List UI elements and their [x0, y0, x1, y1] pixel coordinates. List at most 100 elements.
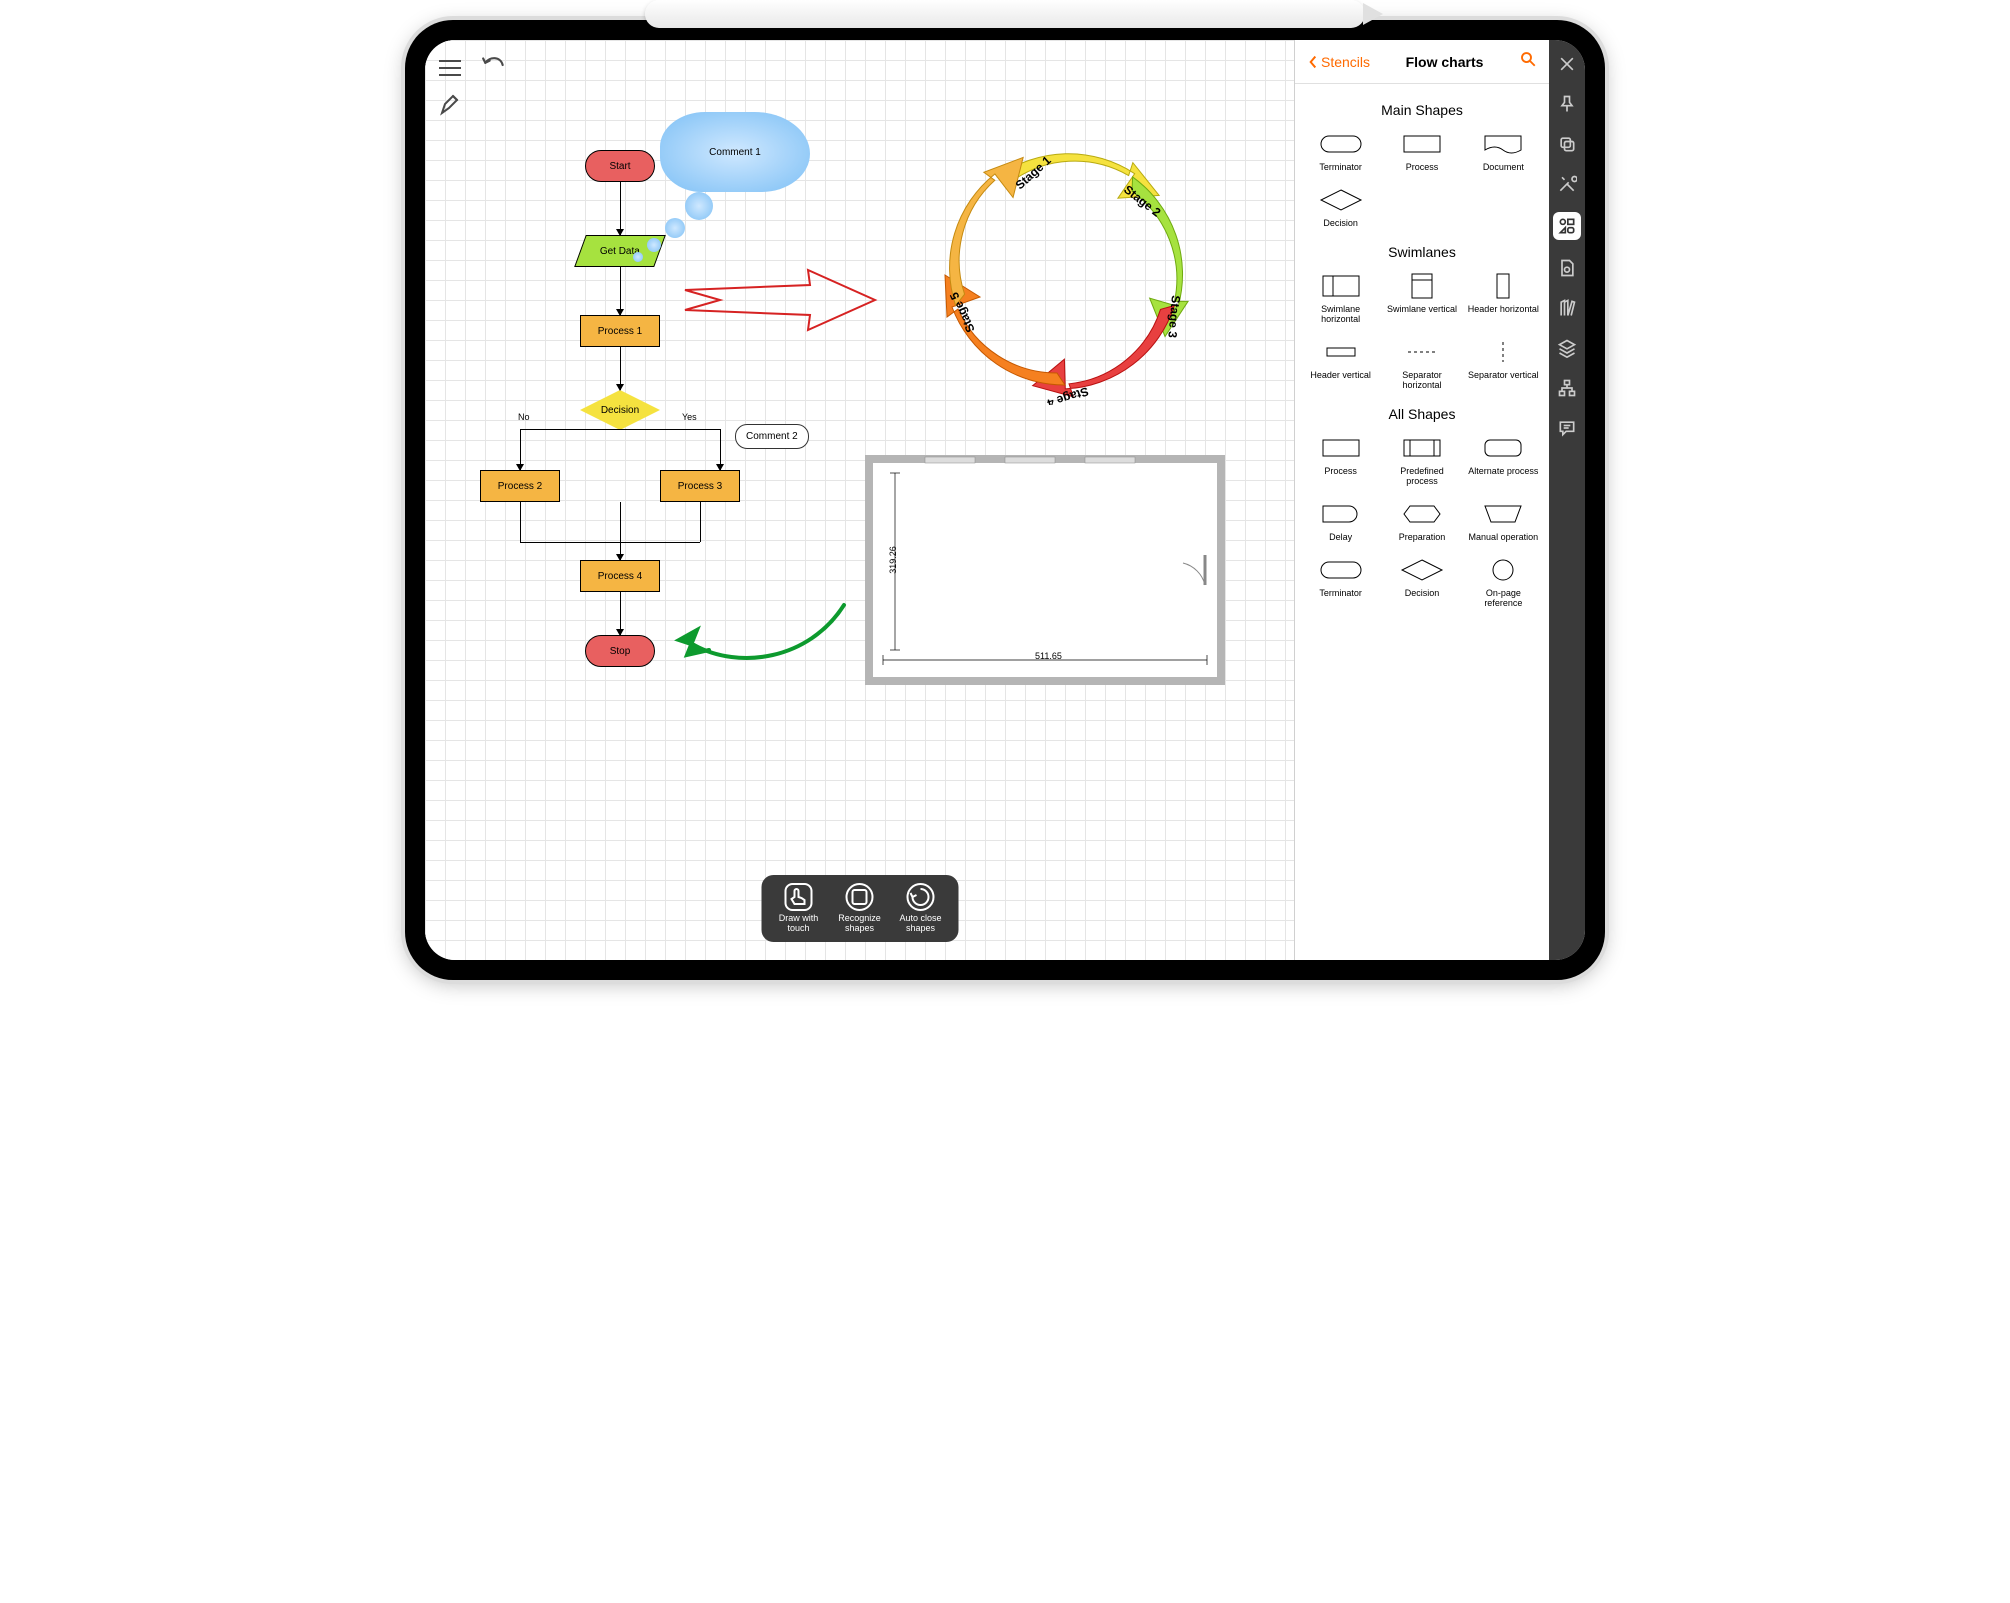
arrowhead: [616, 384, 624, 391]
stencil-document[interactable]: Document: [1464, 124, 1543, 178]
arrowhead: [616, 629, 624, 636]
shape-label: Terminator: [1319, 162, 1362, 172]
shape-label: Decision: [1323, 218, 1358, 228]
stencil-process[interactable]: Process: [1382, 124, 1461, 178]
shape-label: Alternate process: [1468, 466, 1538, 476]
stencil-title: Flow charts: [1406, 54, 1484, 70]
stencil-terminator[interactable]: Terminator: [1301, 124, 1380, 178]
flowchart-process-4[interactable]: Process 4: [580, 560, 660, 592]
stencil-predefined[interactable]: Predefined process: [1382, 428, 1461, 492]
shape-label: Decision: [1405, 588, 1440, 598]
floorplan-width: 511.65: [1035, 651, 1062, 661]
shape-label: Process: [1324, 466, 1357, 476]
menu-button[interactable]: [439, 60, 461, 76]
shape-label: Terminator: [1319, 588, 1362, 598]
shape-label: Delay: [1329, 532, 1352, 542]
page-settings-button[interactable]: [1555, 256, 1579, 280]
stencil-swimlane-v[interactable]: Swimlane vertical: [1382, 266, 1461, 330]
draw-touch-label: Draw with touch: [771, 914, 826, 934]
shape-label: On-page reference: [1466, 588, 1541, 608]
stencil-delay[interactable]: Delay: [1301, 494, 1380, 548]
pin-button[interactable]: [1555, 92, 1579, 116]
close-button[interactable]: [1555, 52, 1579, 76]
stencil-back-button[interactable]: Stencils: [1307, 54, 1370, 70]
flowchart-stop[interactable]: Stop: [585, 635, 655, 667]
flowchart-process-3[interactable]: Process 3: [660, 470, 740, 502]
arrowhead: [616, 309, 624, 316]
shape-label: Swimlane horizontal: [1303, 304, 1378, 324]
freehand-green-arrow[interactable]: [669, 600, 849, 685]
shape-label: Manual operation: [1469, 532, 1539, 542]
stencil-alternate[interactable]: Alternate process: [1464, 428, 1543, 492]
stencil-onpage-ref[interactable]: On-page reference: [1464, 550, 1543, 614]
copy-button[interactable]: [1555, 132, 1579, 156]
stencil-manual-op[interactable]: Manual operation: [1464, 494, 1543, 548]
recognize-label: Recognize shapes: [832, 914, 887, 934]
ipad-frame: Start Get Data Process 1 Decision No Yes…: [405, 20, 1605, 980]
library-button[interactable]: [1555, 296, 1579, 320]
connector: [620, 542, 700, 543]
shape-label: Process: [1406, 162, 1439, 172]
flowchart-process-2[interactable]: Process 2: [480, 470, 560, 502]
apple-pencil: [645, 0, 1365, 28]
shape-label: Header horizontal: [1468, 304, 1539, 314]
search-button[interactable]: [1519, 50, 1537, 73]
connector: [520, 502, 521, 542]
shape-label: Document: [1483, 162, 1524, 172]
flowchart-process-1[interactable]: Process 1: [580, 315, 660, 347]
stencil-decision[interactable]: Decision: [1301, 180, 1380, 234]
layers-button[interactable]: [1555, 336, 1579, 360]
freehand-red-arrow[interactable]: [680, 265, 880, 340]
arrowhead: [516, 464, 524, 471]
hierarchy-button[interactable]: [1555, 376, 1579, 400]
cloud-bubble: [647, 238, 661, 252]
cycle-diagram[interactable]: Stage 1 Stage 2 Stage 3 Stage 4 Stage 5: [925, 135, 1205, 405]
stencil-header-h[interactable]: Header horizontal: [1464, 266, 1543, 330]
stencil-preparation[interactable]: Preparation: [1382, 494, 1461, 548]
comment-2[interactable]: Comment 2: [735, 424, 809, 449]
shape-label: Preparation: [1399, 532, 1446, 542]
connector: [620, 182, 621, 235]
connector: [620, 429, 720, 430]
cloud-bubble: [633, 252, 643, 262]
decision-no-label: No: [518, 412, 530, 422]
floor-plan[interactable]: 511.65 319.26: [865, 455, 1225, 685]
stencil-decision-2[interactable]: Decision: [1382, 550, 1461, 614]
comment-cloud[interactable]: Comment 1: [660, 112, 810, 192]
cloud-bubble: [665, 218, 685, 238]
back-label: Stencils: [1321, 54, 1370, 70]
shape-label: Header vertical: [1310, 370, 1371, 380]
connector: [620, 502, 621, 560]
section-all-shapes: All Shapes: [1295, 406, 1549, 422]
autoclose-label: Auto close shapes: [893, 914, 948, 934]
auto-close-shapes-button[interactable]: Auto close shapes: [893, 883, 948, 934]
stencil-scroll[interactable]: Main Shapes Terminator Process Document …: [1295, 84, 1549, 960]
floorplan-height: 319.26: [888, 546, 898, 574]
stencil-panel: Stencils Flow charts Main Shapes Termina…: [1294, 40, 1549, 960]
stencil-process-2[interactable]: Process: [1301, 428, 1380, 492]
flowchart-start[interactable]: Start: [585, 150, 655, 182]
section-swimlanes: Swimlanes: [1295, 244, 1549, 260]
canvas[interactable]: Start Get Data Process 1 Decision No Yes…: [425, 40, 1294, 960]
connector: [520, 542, 620, 543]
shape-label: Predefined process: [1384, 466, 1459, 486]
stencil-separator-h[interactable]: Separator horizontal: [1382, 332, 1461, 396]
right-toolbar: [1549, 40, 1585, 960]
shapes-panel-button[interactable]: [1553, 212, 1581, 240]
stencil-separator-v[interactable]: Separator vertical: [1464, 332, 1543, 396]
connector: [620, 267, 621, 315]
stencil-terminator-2[interactable]: Terminator: [1301, 550, 1380, 614]
arrowhead: [616, 229, 624, 236]
undo-button[interactable]: [481, 52, 507, 83]
stencil-header-v[interactable]: Header vertical: [1301, 332, 1380, 396]
stencil-header: Stencils Flow charts: [1295, 40, 1549, 84]
tools-button[interactable]: [1555, 172, 1579, 196]
section-main-shapes: Main Shapes: [1295, 102, 1549, 118]
recognize-shapes-button[interactable]: Recognize shapes: [832, 883, 887, 934]
stencil-swimlane-h[interactable]: Swimlane horizontal: [1301, 266, 1380, 330]
draw-with-touch-button[interactable]: Draw with touch: [771, 883, 826, 934]
decision-yes-label: Yes: [682, 412, 697, 422]
screen: Start Get Data Process 1 Decision No Yes…: [425, 40, 1585, 960]
pen-tool-button[interactable]: [439, 92, 463, 121]
comments-button[interactable]: [1555, 416, 1579, 440]
